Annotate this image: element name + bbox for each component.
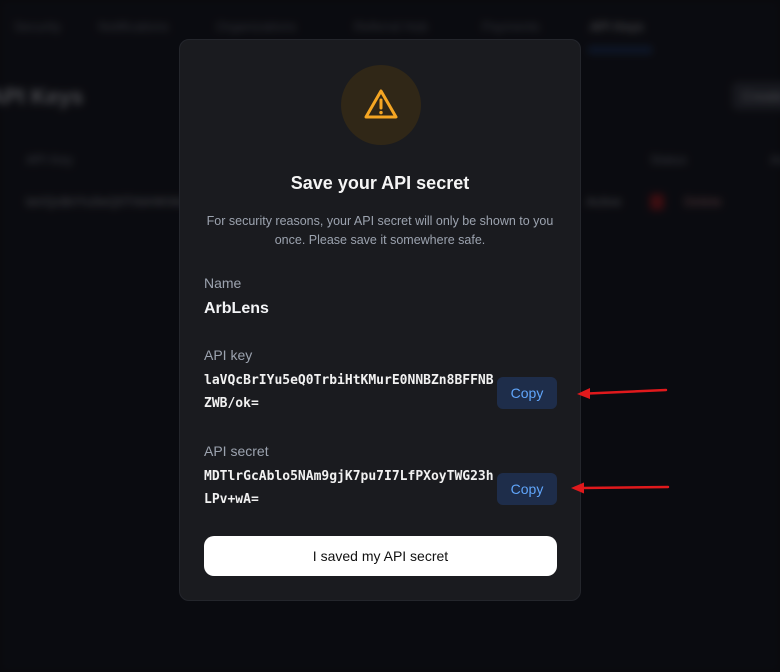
arrow-to-copy-api-secret bbox=[571, 482, 670, 494]
dialog-title: Save your API secret bbox=[290, 173, 470, 193]
warning-triangle-icon bbox=[364, 89, 398, 119]
copy-api-secret-button[interactable]: Copy bbox=[497, 473, 557, 505]
api-key-label: API key bbox=[204, 347, 253, 363]
name-label: Name bbox=[204, 275, 242, 291]
confirm-saved-button[interactable]: I saved my API secret bbox=[204, 536, 557, 576]
api-secret-label: API secret bbox=[204, 443, 269, 459]
name-value: ArbLens bbox=[204, 300, 269, 317]
arrow-to-copy-api-key bbox=[577, 388, 668, 399]
dialog-description: For security reasons, your API secret wi… bbox=[206, 214, 554, 247]
copy-api-key-button[interactable]: Copy bbox=[497, 377, 557, 409]
warning-icon-badge bbox=[341, 65, 421, 145]
api-secret-dialog: Save your API secret For security reason… bbox=[179, 39, 581, 601]
api-secret-value[interactable]: MDTlrGcAblo5NAm9gjK7pu7I7LfPXoyTWG23hLPv… bbox=[204, 465, 494, 511]
api-key-value[interactable]: laVQcBrIYu5eQ0TrbiHtKMurE0NNBZn8BFFNBZWB… bbox=[204, 369, 494, 415]
screen: Security Notifications Organizations Ref… bbox=[0, 0, 780, 672]
